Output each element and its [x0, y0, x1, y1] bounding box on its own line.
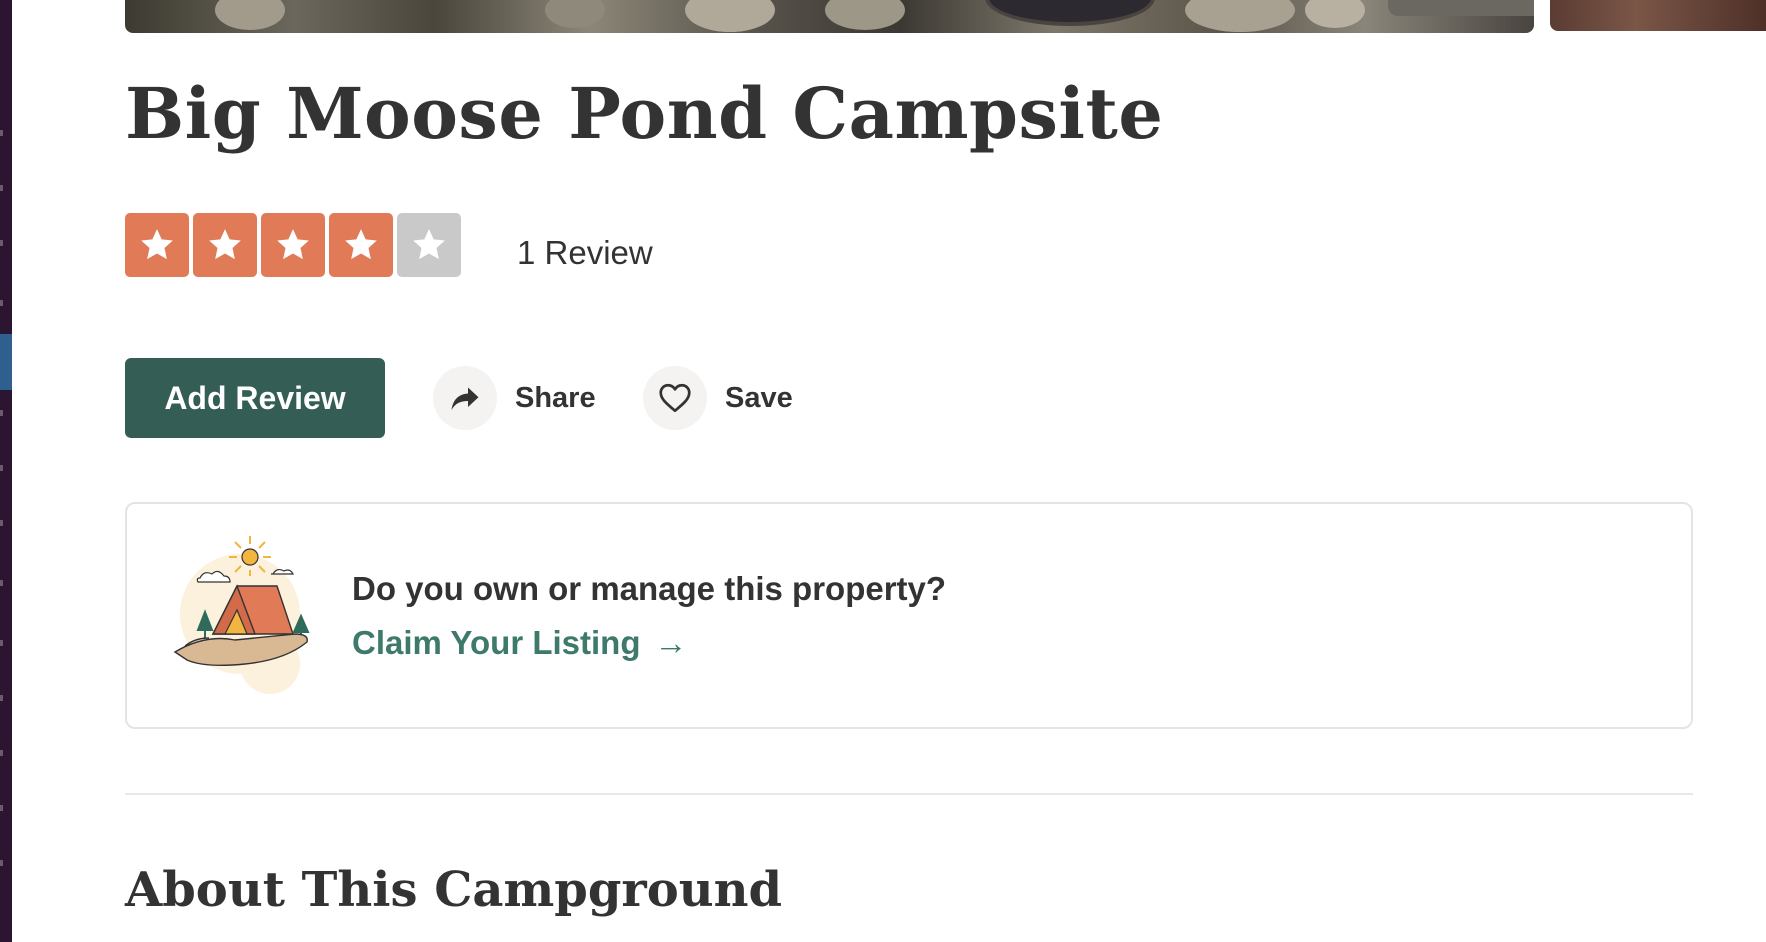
- arrow-right-icon: →: [654, 624, 688, 661]
- edge-mark: [0, 805, 3, 811]
- gallery-side-photo[interactable]: [1550, 0, 1766, 31]
- claim-listing-link[interactable]: Claim Your Listing →: [352, 624, 687, 662]
- edge-mark: [0, 750, 3, 756]
- star-icon: [193, 213, 257, 277]
- add-review-button[interactable]: Add Review: [125, 358, 385, 438]
- edge-mark: [0, 520, 3, 526]
- photo-detail: [215, 0, 285, 30]
- share-arrow-icon: [433, 366, 497, 430]
- photo-detail: [1305, 0, 1365, 28]
- star-icon: [397, 213, 461, 277]
- edge-mark: [0, 410, 3, 416]
- edge-mark: [0, 185, 3, 191]
- save-label: Save: [725, 381, 793, 414]
- star-icon: [261, 213, 325, 277]
- edge-mark: [0, 240, 3, 246]
- photo-badge: [1388, 0, 1534, 16]
- about-section-title: About This Campground: [125, 862, 783, 918]
- heart-icon: [643, 366, 707, 430]
- section-divider: [125, 793, 1693, 795]
- claim-listing-card: Do you own or manage this property? Clai…: [125, 502, 1693, 729]
- claim-link-label: Claim Your Listing: [352, 624, 641, 661]
- photo-detail: [1185, 0, 1295, 32]
- photo-detail: [545, 0, 605, 28]
- claim-question: Do you own or manage this property?: [352, 570, 947, 607]
- tent-in-hand-illustration: [165, 534, 325, 699]
- page-title: Big Moose Pond Campsite: [125, 72, 1164, 155]
- edge-mark: [0, 465, 3, 471]
- edge-mark: [0, 860, 3, 866]
- edge-mark: [0, 580, 3, 586]
- edge-active-indicator: [0, 334, 12, 390]
- photo-detail: [685, 0, 775, 32]
- edge-mark: [0, 695, 3, 701]
- edge-mark: [0, 300, 3, 306]
- edge-mark: [0, 130, 3, 136]
- left-edge-strip: [0, 0, 12, 942]
- star-rating: [125, 213, 461, 277]
- save-button[interactable]: Save: [643, 366, 793, 430]
- gallery-main-photo[interactable]: [125, 0, 1534, 33]
- star-icon: [125, 213, 189, 277]
- photo-detail: [825, 0, 905, 30]
- edge-mark: [0, 640, 3, 646]
- review-count-link[interactable]: 1 Review: [517, 234, 653, 272]
- share-label: Share: [515, 381, 596, 414]
- share-button[interactable]: Share: [433, 366, 596, 430]
- star-icon: [329, 213, 393, 277]
- fire-ring-detail: [985, 0, 1155, 26]
